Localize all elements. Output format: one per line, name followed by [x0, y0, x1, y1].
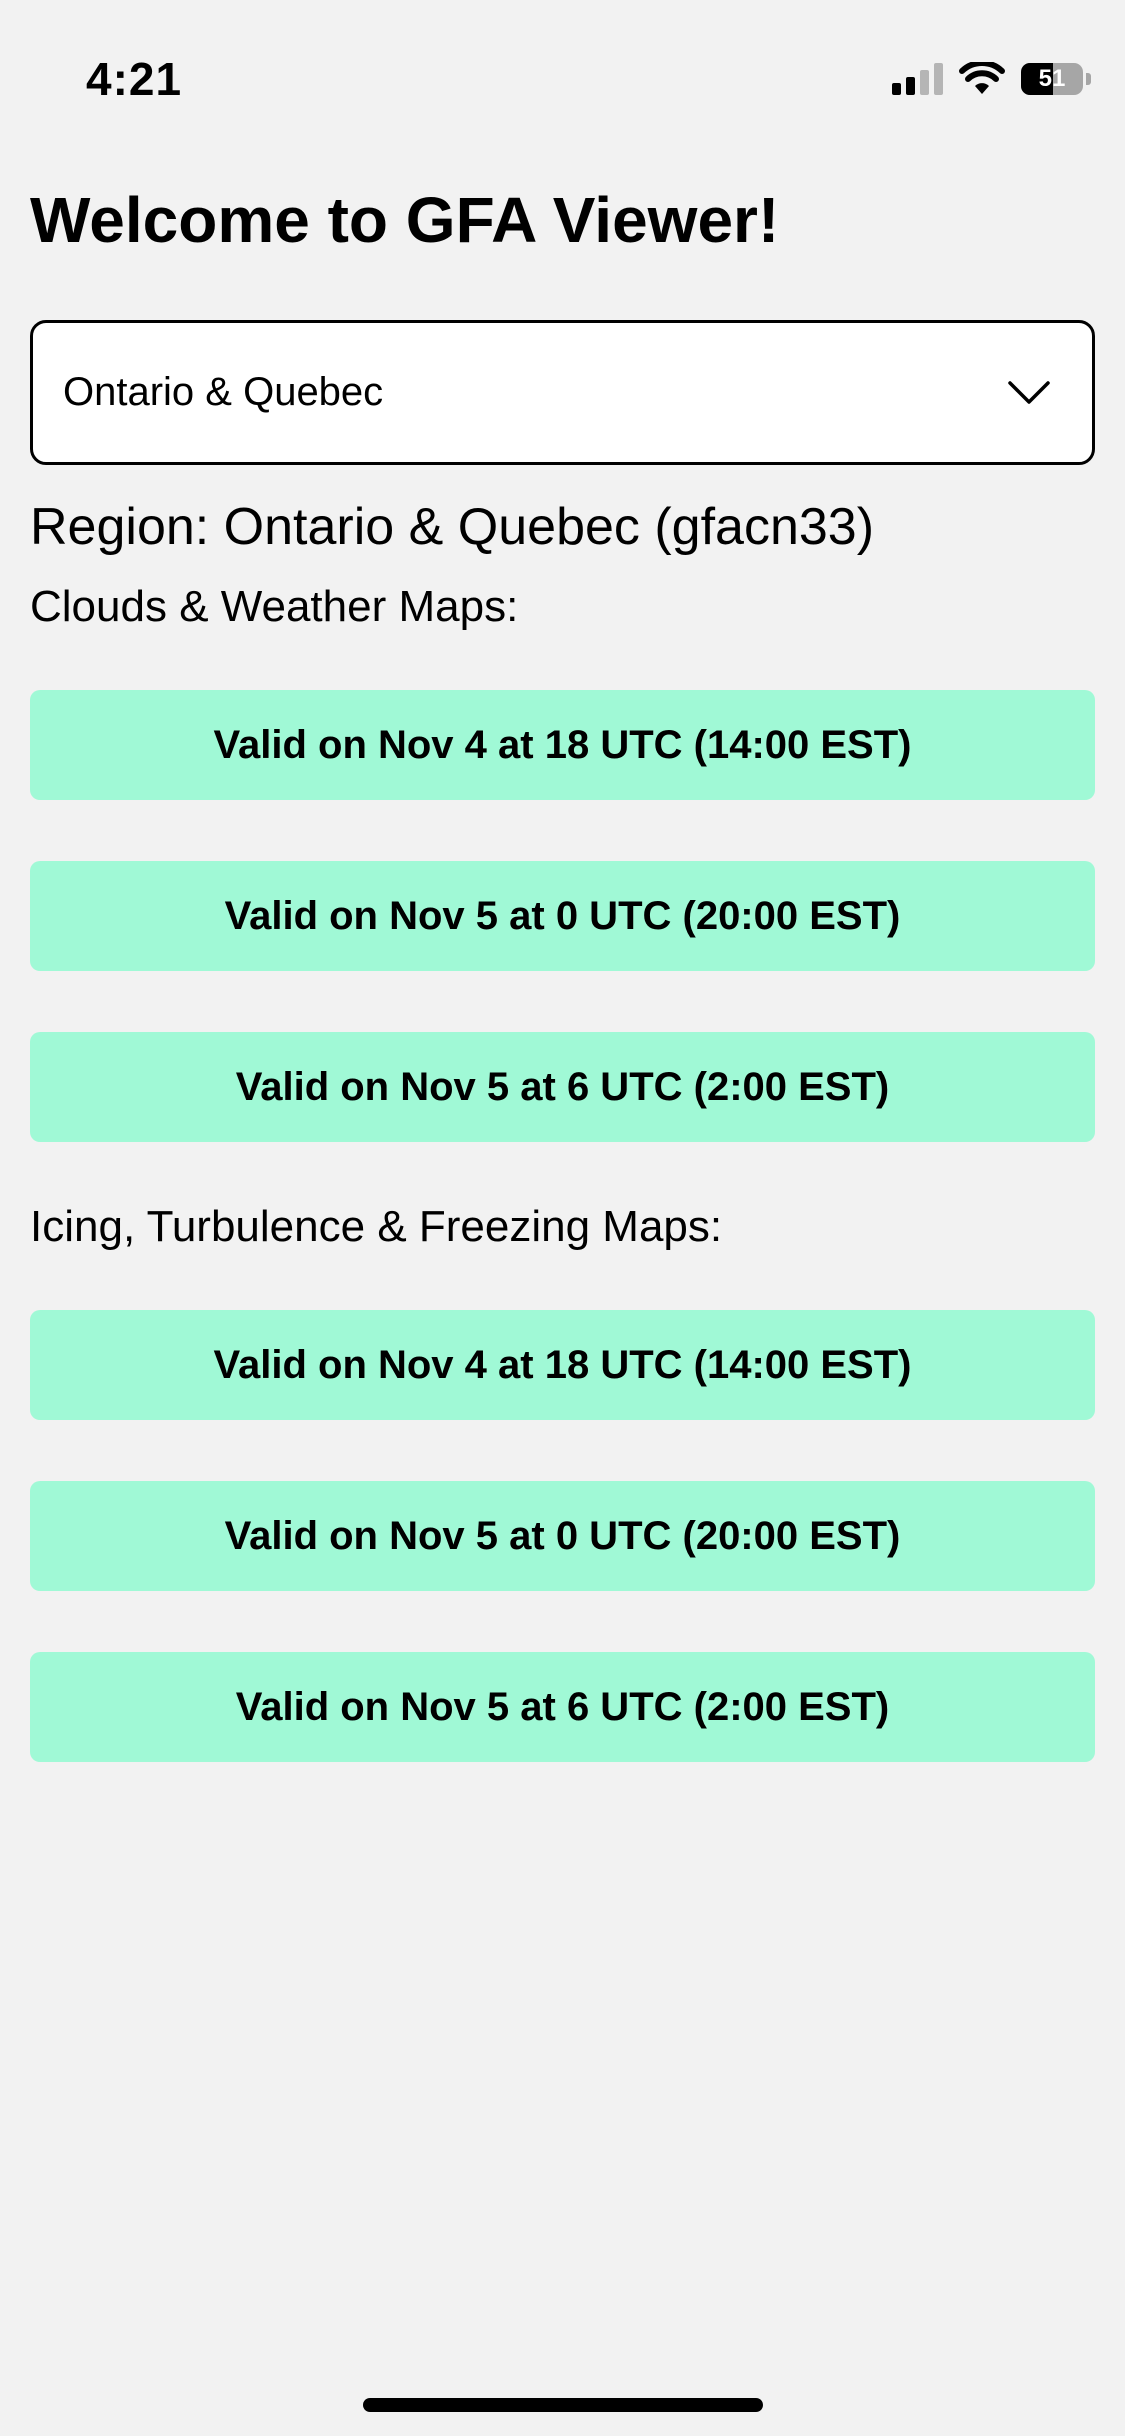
clouds-weather-map-button[interactable]: Valid on Nov 4 at 18 UTC (14:00 EST) — [30, 690, 1095, 800]
battery-cap — [1086, 73, 1091, 85]
wifi-icon — [959, 62, 1005, 94]
status-icons: 51 — [892, 62, 1091, 96]
region-dropdown-value: Ontario & Quebec — [63, 370, 384, 414]
icing-turbulence-map-button[interactable]: Valid on Nov 4 at 18 UTC (14:00 EST) — [30, 1310, 1095, 1420]
clouds-weather-button-list: Valid on Nov 4 at 18 UTC (14:00 EST) Val… — [30, 690, 1095, 1142]
battery-icon: 51 — [1021, 63, 1083, 95]
icing-turbulence-button-list: Valid on Nov 4 at 18 UTC (14:00 EST) Val… — [30, 1310, 1095, 1762]
region-dropdown[interactable]: Ontario & Quebec — [30, 320, 1095, 465]
battery-percentage: 51 — [1038, 65, 1066, 92]
home-indicator[interactable] — [363, 2398, 763, 2412]
region-heading: Region: Ontario & Quebec (gfacn33) — [30, 498, 875, 556]
chevron-down-icon — [1008, 380, 1050, 404]
icing-turbulence-map-button[interactable]: Valid on Nov 5 at 0 UTC (20:00 EST) — [30, 1481, 1095, 1591]
clouds-weather-map-button[interactable]: Valid on Nov 5 at 0 UTC (20:00 EST) — [30, 861, 1095, 971]
icing-turbulence-map-button[interactable]: Valid on Nov 5 at 6 UTC (2:00 EST) — [30, 1652, 1095, 1762]
cellular-signal-icon — [892, 63, 943, 95]
section-label-icing-turbulence: Icing, Turbulence & Freezing Maps: — [30, 1202, 723, 1251]
clouds-weather-map-button[interactable]: Valid on Nov 5 at 6 UTC (2:00 EST) — [30, 1032, 1095, 1142]
main-content: Welcome to GFA Viewer! Ontario & Quebec … — [30, 170, 1095, 1762]
page-title: Welcome to GFA Viewer! — [30, 184, 780, 256]
section-label-clouds-weather: Clouds & Weather Maps: — [30, 582, 519, 631]
status-bar: 4:21 51 — [0, 0, 1125, 150]
status-time: 4:21 — [86, 53, 183, 105]
